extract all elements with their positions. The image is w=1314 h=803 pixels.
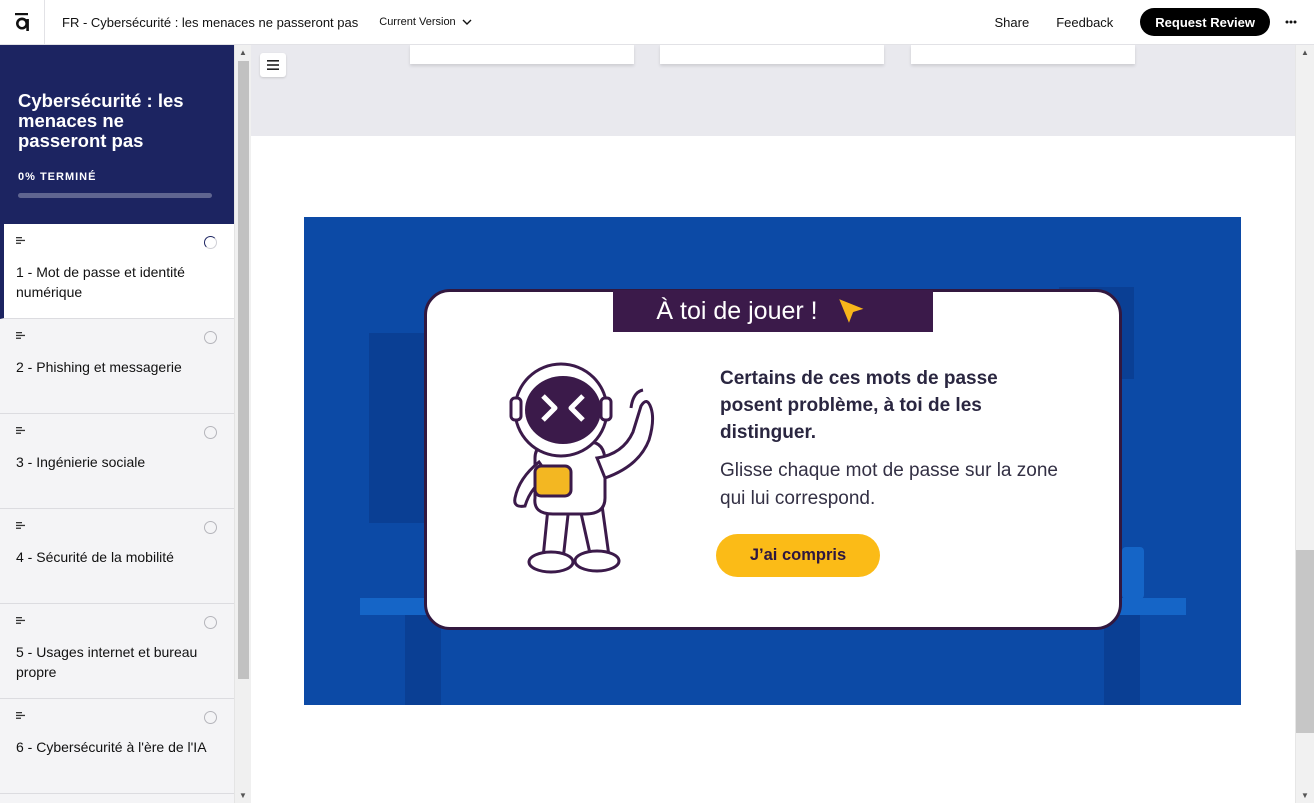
version-label: Current Version — [379, 16, 456, 28]
request-review-button[interactable]: Request Review — [1140, 8, 1270, 36]
course-title: Cybersécurité : les menaces ne passeront… — [18, 90, 184, 151]
sidebar-scroll-thumb[interactable] — [238, 61, 249, 679]
background-shape — [1122, 547, 1144, 599]
main-scrollbar[interactable]: ▲ ▼ — [1295, 45, 1314, 803]
background-shape — [369, 333, 429, 523]
top-bar: FR - Cybersécurité : les menaces ne pass… — [0, 0, 1314, 45]
instructions-modal: À toi de jouer ! Certains de ces mots de… — [424, 289, 1122, 630]
sidebar-header: Cybersécurité : les menaces ne passeront… — [0, 45, 234, 224]
status-circle-icon — [204, 426, 217, 439]
sidebar-scrollbar[interactable]: ▲ ▼ — [234, 45, 251, 803]
scroll-down-icon[interactable]: ▼ — [1301, 791, 1309, 800]
chevron-down-icon — [462, 19, 472, 25]
scroll-up-icon[interactable]: ▲ — [239, 48, 247, 57]
text-lines-icon — [16, 237, 25, 244]
modal-banner: À toi de jouer ! — [613, 290, 933, 332]
scroll-up-icon[interactable]: ▲ — [1301, 48, 1309, 57]
lesson-label: 4 - Sécurité de la mobilité — [16, 549, 174, 565]
background-shape — [1104, 615, 1140, 705]
lesson-label: 3 - Ingénierie sociale — [16, 454, 146, 470]
status-circle-icon — [204, 331, 217, 344]
previous-block — [251, 45, 1295, 136]
lesson-list: 1 - Mot de passe et identité numérique 2 … — [0, 224, 234, 794]
status-circle-icon — [204, 711, 217, 724]
astronaut-illustration-icon — [509, 362, 655, 574]
status-circle-icon — [204, 521, 217, 534]
lesson-content: À toi de jouer ! Certains de ces mots de… — [251, 45, 1295, 803]
card — [660, 45, 884, 64]
course-sidebar: Cybersécurité : les menaces ne passeront… — [0, 45, 234, 803]
main-scroll-thumb[interactable] — [1296, 550, 1314, 733]
text-lines-icon — [16, 427, 25, 434]
sidebar-item-lesson-2[interactable]: 2 - Phishing et messagerie — [0, 319, 234, 414]
card — [911, 45, 1135, 64]
banner-title: À toi de jouer ! — [656, 296, 818, 325]
cursor-pointer-icon — [835, 295, 868, 328]
status-circle-icon — [204, 616, 217, 629]
lesson-label: 1 - Mot de passe et identité numérique — [16, 264, 185, 300]
menu-icon[interactable] — [260, 53, 286, 77]
text-lines-icon — [16, 712, 25, 719]
text-lines-icon — [16, 617, 25, 624]
sidebar-item-lesson-1[interactable]: 1 - Mot de passe et identité numérique — [0, 224, 234, 319]
sidebar-item-lesson-3[interactable]: 3 - Ingénierie sociale — [0, 414, 234, 509]
lesson-label: 2 - Phishing et messagerie — [16, 359, 182, 375]
sidebar-item-lesson-4[interactable]: 4 - Sécurité de la mobilité — [0, 509, 234, 604]
sidebar-item-lesson-6[interactable]: 6 - Cybersécurité à l'ère de l'IA — [0, 699, 234, 794]
articulate-logo-icon[interactable] — [0, 0, 45, 45]
lesson-label: 6 - Cybersécurité à l'ère de l'IA — [16, 739, 207, 755]
in-progress-icon — [204, 236, 217, 249]
lesson-label: 5 - Usages internet et bureau propre — [16, 644, 198, 680]
share-button[interactable]: Share — [995, 15, 1030, 30]
card — [410, 45, 634, 64]
sidebar-item-lesson-5[interactable]: 5 - Usages internet et bureau propre — [0, 604, 234, 699]
modal-heading: Certains de ces mots de passe posent pro… — [720, 368, 998, 443]
progress-bar — [18, 193, 212, 198]
interactive-scene: À toi de jouer ! Certains de ces mots de… — [304, 217, 1241, 705]
progress-label: 0% TERMINÉ — [18, 171, 97, 183]
understood-button[interactable]: J’ai compris — [716, 534, 880, 577]
ellipsis-icon[interactable] — [1282, 20, 1300, 24]
feedback-button[interactable]: Feedback — [1056, 15, 1113, 30]
text-lines-icon — [16, 522, 25, 529]
text-lines-icon — [16, 332, 25, 339]
modal-body-text: Glisse chaque mot de passe sur la zone q… — [720, 460, 1058, 509]
scroll-down-icon[interactable]: ▼ — [239, 791, 247, 800]
background-shape — [405, 615, 441, 705]
document-title: FR - Cybersécurité : les menaces ne pass… — [62, 14, 359, 30]
version-dropdown[interactable]: Current Version — [379, 16, 472, 28]
